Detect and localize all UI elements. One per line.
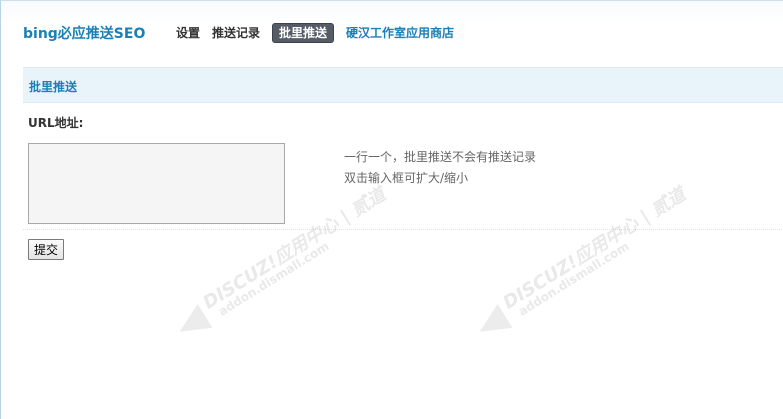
app-title: bing必应推送SEO xyxy=(23,26,146,42)
admin-frame: bing必应推送SEO 设置 推送记录 批里推送 硬汉工作室应用商店 批里推送 … xyxy=(0,0,783,419)
watermark-brand: DISCUZ!应用中心 | 贰道 xyxy=(499,184,690,314)
submit-button[interactable]: 提交 xyxy=(28,239,64,260)
tab-batch-push[interactable]: 批里推送 xyxy=(272,23,335,43)
top-navigation-bar: bing必应推送SEO 设置 推送记录 批里推送 硬汉工作室应用商店 xyxy=(1,1,783,67)
url-field-label: URL地址: xyxy=(28,116,84,130)
section-title: 批里推送 xyxy=(29,80,78,94)
plugin-nav: 设置 推送记录 批里推送 硬汉工作室应用商店 xyxy=(176,23,466,43)
url-textarea[interactable] xyxy=(28,143,285,224)
section-header: 批里推送 xyxy=(23,67,783,103)
tab-settings[interactable]: 设置 xyxy=(176,24,200,42)
watermark-arrow-icon xyxy=(472,304,513,344)
app-store-link[interactable]: 硬汉工作室应用商店 xyxy=(346,24,454,42)
watermark-arrow-icon xyxy=(172,304,213,344)
tab-push-records[interactable]: 推送记录 xyxy=(212,24,260,42)
